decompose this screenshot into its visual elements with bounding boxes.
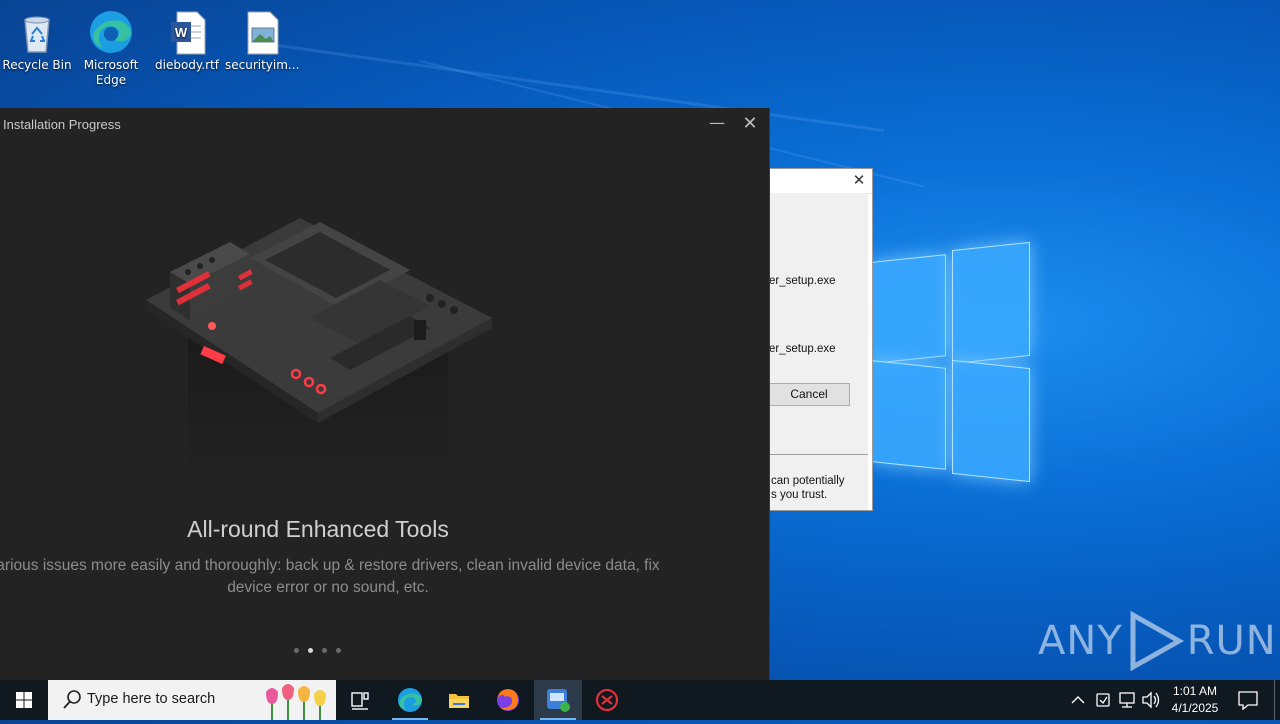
edge-icon	[398, 688, 422, 712]
taskbar-firefox[interactable]	[484, 680, 532, 720]
installer-title: Installation Progress	[3, 117, 121, 132]
desktop-icon-recycle-bin[interactable]: Recycle Bin	[0, 2, 74, 73]
firefox-icon	[497, 689, 519, 711]
taskbar-installer[interactable]	[534, 680, 582, 720]
word-document-icon: W	[163, 8, 211, 56]
chevron-up-icon[interactable]	[1066, 680, 1090, 720]
installer-window: Installation Progress — ✕ All-round Enha…	[0, 108, 770, 700]
taskbar-file-explorer[interactable]	[435, 680, 483, 720]
hardware-illustration	[146, 218, 492, 488]
anyrun-watermark: ANY RUN	[1038, 610, 1277, 672]
desktop-icon-securityim[interactable]: securityim...	[225, 2, 299, 73]
dialog-filename-text: er_setup.exe	[769, 343, 836, 355]
carousel-dot[interactable]	[294, 648, 299, 653]
action-center-button[interactable]	[1226, 680, 1270, 720]
feature-description: arious issues more easily and thoroughly…	[0, 555, 678, 599]
watermark-text: RUN	[1186, 618, 1277, 664]
dialog-divider	[769, 454, 868, 455]
carousel-indicator	[294, 648, 341, 653]
dialog-warning-text: can potentially s you trust.	[771, 474, 845, 502]
taskbar: Type here to search 1:01 AM 4/1/2025	[0, 680, 1280, 720]
carousel-dot[interactable]	[336, 648, 341, 653]
svg-text:W: W	[175, 25, 188, 40]
edge-icon	[87, 8, 135, 56]
feature-description-line: arious issues more easily and thoroughly…	[0, 557, 660, 574]
start-button[interactable]	[0, 680, 48, 720]
file-explorer-icon	[449, 694, 469, 708]
installer-app-icon	[547, 689, 570, 712]
desktop-icon-edge[interactable]: Microsoft Edge	[74, 2, 148, 88]
desktop-icon-label: Recycle Bin	[2, 58, 72, 72]
taskbar-search-box[interactable]: Type here to search	[48, 680, 336, 720]
dialog-close-button[interactable]: ✕	[849, 171, 869, 191]
task-view-button[interactable]	[336, 680, 384, 720]
dialog-filename-text: er_setup.exe	[769, 275, 836, 287]
carousel-dot[interactable]	[322, 648, 327, 653]
security-shield-icon[interactable]	[1091, 680, 1115, 720]
dialog-body: er_setup.exe er_setup.exe Cancel can pot…	[769, 193, 868, 510]
dialog-warning-line: s you trust.	[771, 489, 828, 501]
search-icon	[63, 690, 81, 709]
close-button[interactable]: ✕	[738, 112, 762, 136]
driver-tool-icon	[595, 688, 619, 712]
notification-icon	[1238, 691, 1258, 711]
minimize-button[interactable]: —	[705, 112, 729, 136]
dialog-title-bar: ✕	[769, 169, 872, 194]
recycle-bin-icon	[13, 8, 61, 56]
network-icon[interactable]	[1115, 680, 1139, 720]
desktop-icon-diebody-rtf[interactable]: W diebody.rtf	[150, 2, 224, 73]
tulips-search-highlight-icon	[266, 684, 326, 720]
taskbar-driver-tool[interactable]	[583, 680, 631, 720]
clock-time: 1:01 AM	[1172, 684, 1218, 698]
play-logo-icon	[1130, 611, 1184, 671]
clock-date: 4/1/2025	[1171, 701, 1219, 715]
dialog-cancel-button[interactable]: Cancel	[769, 383, 850, 406]
watermark-text: ANY	[1038, 618, 1123, 664]
desktop-icon-label: securityim...	[225, 58, 300, 72]
image-file-icon	[238, 8, 286, 56]
windows-logo-wallpaper	[872, 240, 1030, 483]
taskbar-edge[interactable]	[386, 680, 434, 720]
taskbar-clock[interactable]: 1:01 AM 4/1/2025	[1160, 683, 1230, 717]
feature-description-line: device error or no sound, etc.	[227, 579, 429, 596]
windows-start-icon	[16, 692, 32, 708]
feature-headline: All-round Enhanced Tools	[187, 516, 449, 542]
task-view-icon	[351, 692, 369, 710]
desktop-icon-label: Microsoft Edge	[83, 58, 139, 87]
show-desktop-button[interactable]	[1274, 680, 1280, 720]
search-placeholder: Type here to search	[87, 691, 216, 707]
system-tray	[1066, 680, 1162, 720]
desktop-icon-label: diebody.rtf	[155, 58, 219, 72]
dialog-warning-line: can potentially	[771, 475, 845, 487]
security-warning-dialog: ✕ er_setup.exe er_setup.exe Cancel can p…	[769, 168, 873, 511]
carousel-dot-active[interactable]	[308, 648, 313, 653]
